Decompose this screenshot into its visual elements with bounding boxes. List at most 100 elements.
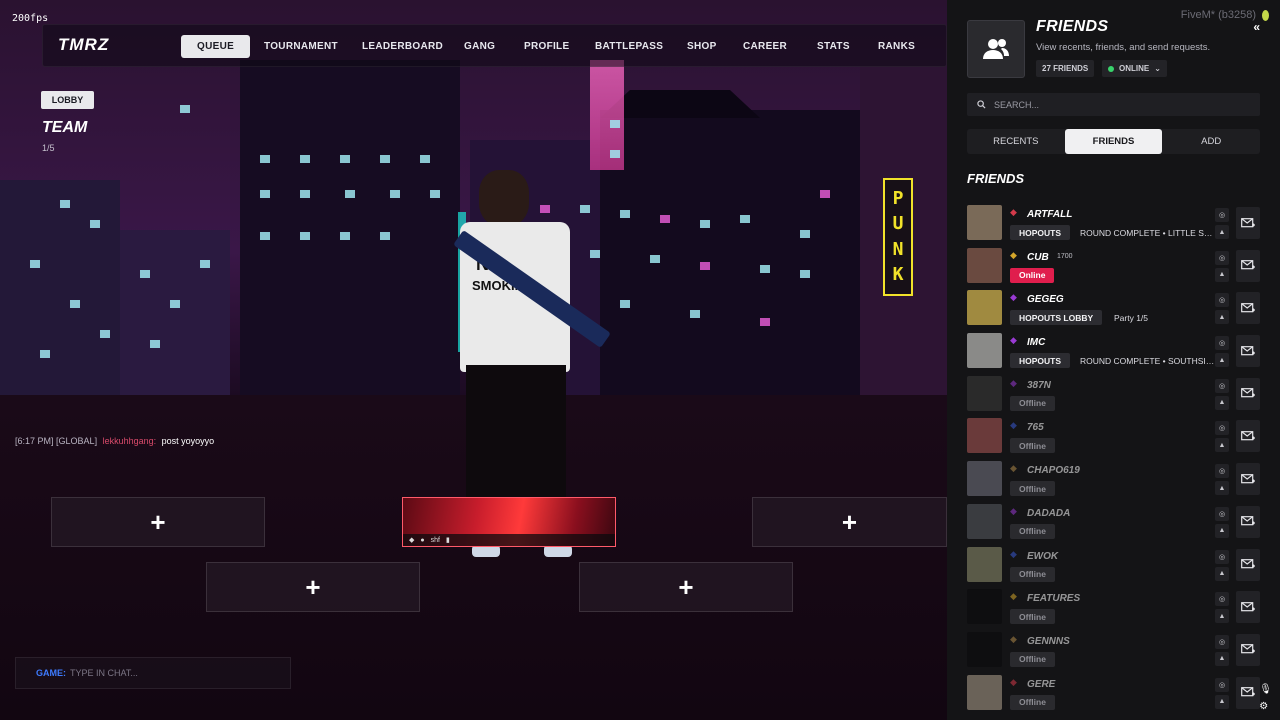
window-light (300, 155, 310, 163)
spectate-icon[interactable]: ◎ (1215, 208, 1229, 222)
profile-icon[interactable]: ▲ (1215, 566, 1229, 581)
invite-slot-button[interactable]: + (752, 497, 947, 547)
rank-badge-icon: ◆ (1010, 548, 1017, 559)
profile-icon[interactable]: ▲ (1215, 523, 1229, 538)
spectate-icon[interactable]: ◎ (1215, 293, 1229, 308)
friend-avatar (967, 631, 1002, 667)
status-dropdown[interactable]: ONLINE ⌄ (1102, 60, 1167, 77)
invite-mail-button[interactable] (1236, 249, 1260, 282)
friend-row[interactable]: ◆ 387N Offline ◎ ▲ (967, 374, 1280, 417)
rank-badge-icon: ◆ (1010, 249, 1017, 260)
chat-input[interactable]: GAME: TYPE IN CHAT... (15, 657, 291, 689)
profile-icon[interactable]: ▲ (1215, 651, 1229, 666)
nav-tab-tournament[interactable]: TOURNAMENT (248, 35, 354, 58)
spectate-icon[interactable]: ◎ (1215, 250, 1229, 265)
users-icon (983, 39, 1009, 59)
friend-row[interactable]: ◆ EWOK Offline ◎ ▲ (967, 545, 1280, 588)
spectate-icon[interactable]: ◎ (1215, 378, 1229, 393)
spectate-icon[interactable]: ◎ (1215, 421, 1229, 436)
friends-tabs: RECENTS FRIENDS ADD (967, 129, 1260, 154)
friend-status-badge: Offline (1010, 438, 1055, 454)
lobby-badge[interactable]: LOBBY (41, 91, 94, 109)
settings-icon[interactable]: ⚙ (1259, 701, 1272, 712)
nav-tab-shop[interactable]: SHOP (671, 35, 733, 58)
panel-subtitle: View recents, friends, and send requests… (1036, 42, 1211, 53)
profile-icon[interactable]: ▲ (1215, 310, 1229, 325)
invite-mail-button[interactable] (1236, 420, 1260, 453)
invite-mail-button[interactable] (1236, 207, 1260, 239)
profile-icon[interactable]: ▲ (1215, 225, 1229, 239)
tab-recents[interactable]: RECENTS (967, 129, 1065, 154)
spectate-icon[interactable]: ◎ (1215, 549, 1229, 564)
invite-slot-button[interactable]: + (51, 497, 265, 547)
invite-mail-button[interactable] (1236, 548, 1260, 581)
friend-row[interactable]: ◆ DADADA Offline ◎ ▲ (967, 502, 1280, 545)
tmrz-logo: TMRZ (58, 35, 110, 54)
tab-friends[interactable]: FRIENDS (1064, 129, 1163, 154)
profile-icon[interactable]: ▲ (1215, 353, 1229, 368)
friend-row[interactable]: ◆ GERE Offline ◎ ▲ (967, 673, 1280, 716)
collapse-panel-icon[interactable]: « (1253, 20, 1260, 34)
profile-icon[interactable]: ▲ (1215, 267, 1229, 282)
invite-mail-button[interactable] (1236, 676, 1260, 709)
friends-panel: FiveM* (b3258) « FRIENDS View recents, f… (947, 0, 1280, 720)
player-name: shf (430, 536, 440, 544)
friend-search-input[interactable]: SEARCH... (967, 93, 1260, 116)
nav-tab-leaderboard[interactable]: LEADERBOARD (346, 35, 459, 58)
profile-icon[interactable]: ▲ (1215, 609, 1229, 624)
nav-tab-gang[interactable]: GANG (448, 35, 511, 58)
friend-list: ◆ ARTFALL HOPOUTS ROUND COMPLETE • LITTLE S… (967, 203, 1280, 715)
invite-slot-button[interactable]: + (579, 562, 793, 612)
spectate-icon[interactable]: ◎ (1215, 592, 1229, 607)
plus-icon: + (678, 572, 694, 602)
plus-icon: + (150, 507, 166, 537)
tab-add[interactable]: ADD (1162, 129, 1260, 154)
invite-mail-button[interactable] (1236, 633, 1260, 666)
mail-plus-icon (1241, 345, 1255, 355)
building (0, 180, 120, 400)
invite-mail-button[interactable] (1236, 335, 1260, 368)
friend-row[interactable]: ◆ GENNNS Offline ◎ ▲ (967, 630, 1280, 673)
nav-tab-ranks[interactable]: RANKS (862, 35, 931, 58)
nav-tab-battlepass[interactable]: BATTLEPASS (579, 35, 679, 58)
invite-mail-button[interactable] (1236, 377, 1260, 410)
rank-badge-icon: ◆ (1010, 633, 1017, 644)
nav-tab-profile[interactable]: PROFILE (508, 35, 585, 58)
invite-mail-button[interactable] (1236, 292, 1260, 325)
profile-icon[interactable]: ▲ (1215, 395, 1229, 410)
fps-counter: 200fps (12, 13, 49, 24)
mic-icon[interactable]: 🎙 (1259, 684, 1272, 695)
invite-mail-button[interactable] (1236, 591, 1260, 624)
player-card[interactable]: ◆ ● shf ▮ (402, 497, 616, 547)
spectate-icon[interactable]: ◎ (1215, 677, 1229, 692)
friend-name: DADADA (1027, 507, 1071, 519)
nav-tab-stats[interactable]: STATS (801, 35, 866, 58)
friend-row[interactable]: ◆ ARTFALL HOPOUTS ROUND COMPLETE • LITTLE S… (967, 203, 1280, 246)
mail-plus-icon (1241, 516, 1255, 526)
team-count: 1/5 (42, 143, 55, 153)
window-light (300, 190, 310, 198)
friend-row[interactable]: ◆ FEATURES Offline ◎ ▲ (967, 587, 1280, 630)
window-light (800, 230, 810, 238)
online-dot-icon (1108, 65, 1114, 72)
building (240, 60, 460, 400)
profile-icon[interactable]: ▲ (1215, 694, 1229, 709)
profile-icon[interactable]: ▲ (1215, 481, 1229, 496)
rank-badge-icon: ◆ (1010, 420, 1017, 431)
nav-tab-queue[interactable]: QUEUE (181, 35, 251, 58)
spectate-icon[interactable]: ◎ (1215, 506, 1229, 521)
invite-slot-button[interactable]: + (206, 562, 420, 612)
spectate-icon[interactable]: ◎ (1215, 634, 1229, 649)
invite-mail-button[interactable] (1236, 505, 1260, 538)
window-light (380, 232, 390, 240)
spectate-icon[interactable]: ◎ (1215, 464, 1229, 479)
profile-icon[interactable]: ▲ (1215, 438, 1229, 453)
spectate-icon[interactable]: ◎ (1215, 336, 1229, 351)
invite-mail-button[interactable] (1236, 463, 1260, 496)
friend-row[interactable]: ◆ GEGEG HOPOUTS LOBBY Party 1/5 ◎ ▲ (967, 288, 1280, 331)
friend-row[interactable]: ◆ CHAPO619 Offline ◎ ▲ (967, 459, 1280, 502)
friend-row[interactable]: ◆ CUB 1700 Online ◎ ▲ (967, 246, 1280, 289)
nav-tab-career[interactable]: CAREER (727, 35, 803, 58)
friend-row[interactable]: ◆ 765 Offline ◎ ▲ (967, 416, 1280, 459)
friend-row[interactable]: ◆ IMC HOPOUTS ROUND COMPLETE • SOUTHSIDE ◎ ▲ (967, 331, 1280, 374)
